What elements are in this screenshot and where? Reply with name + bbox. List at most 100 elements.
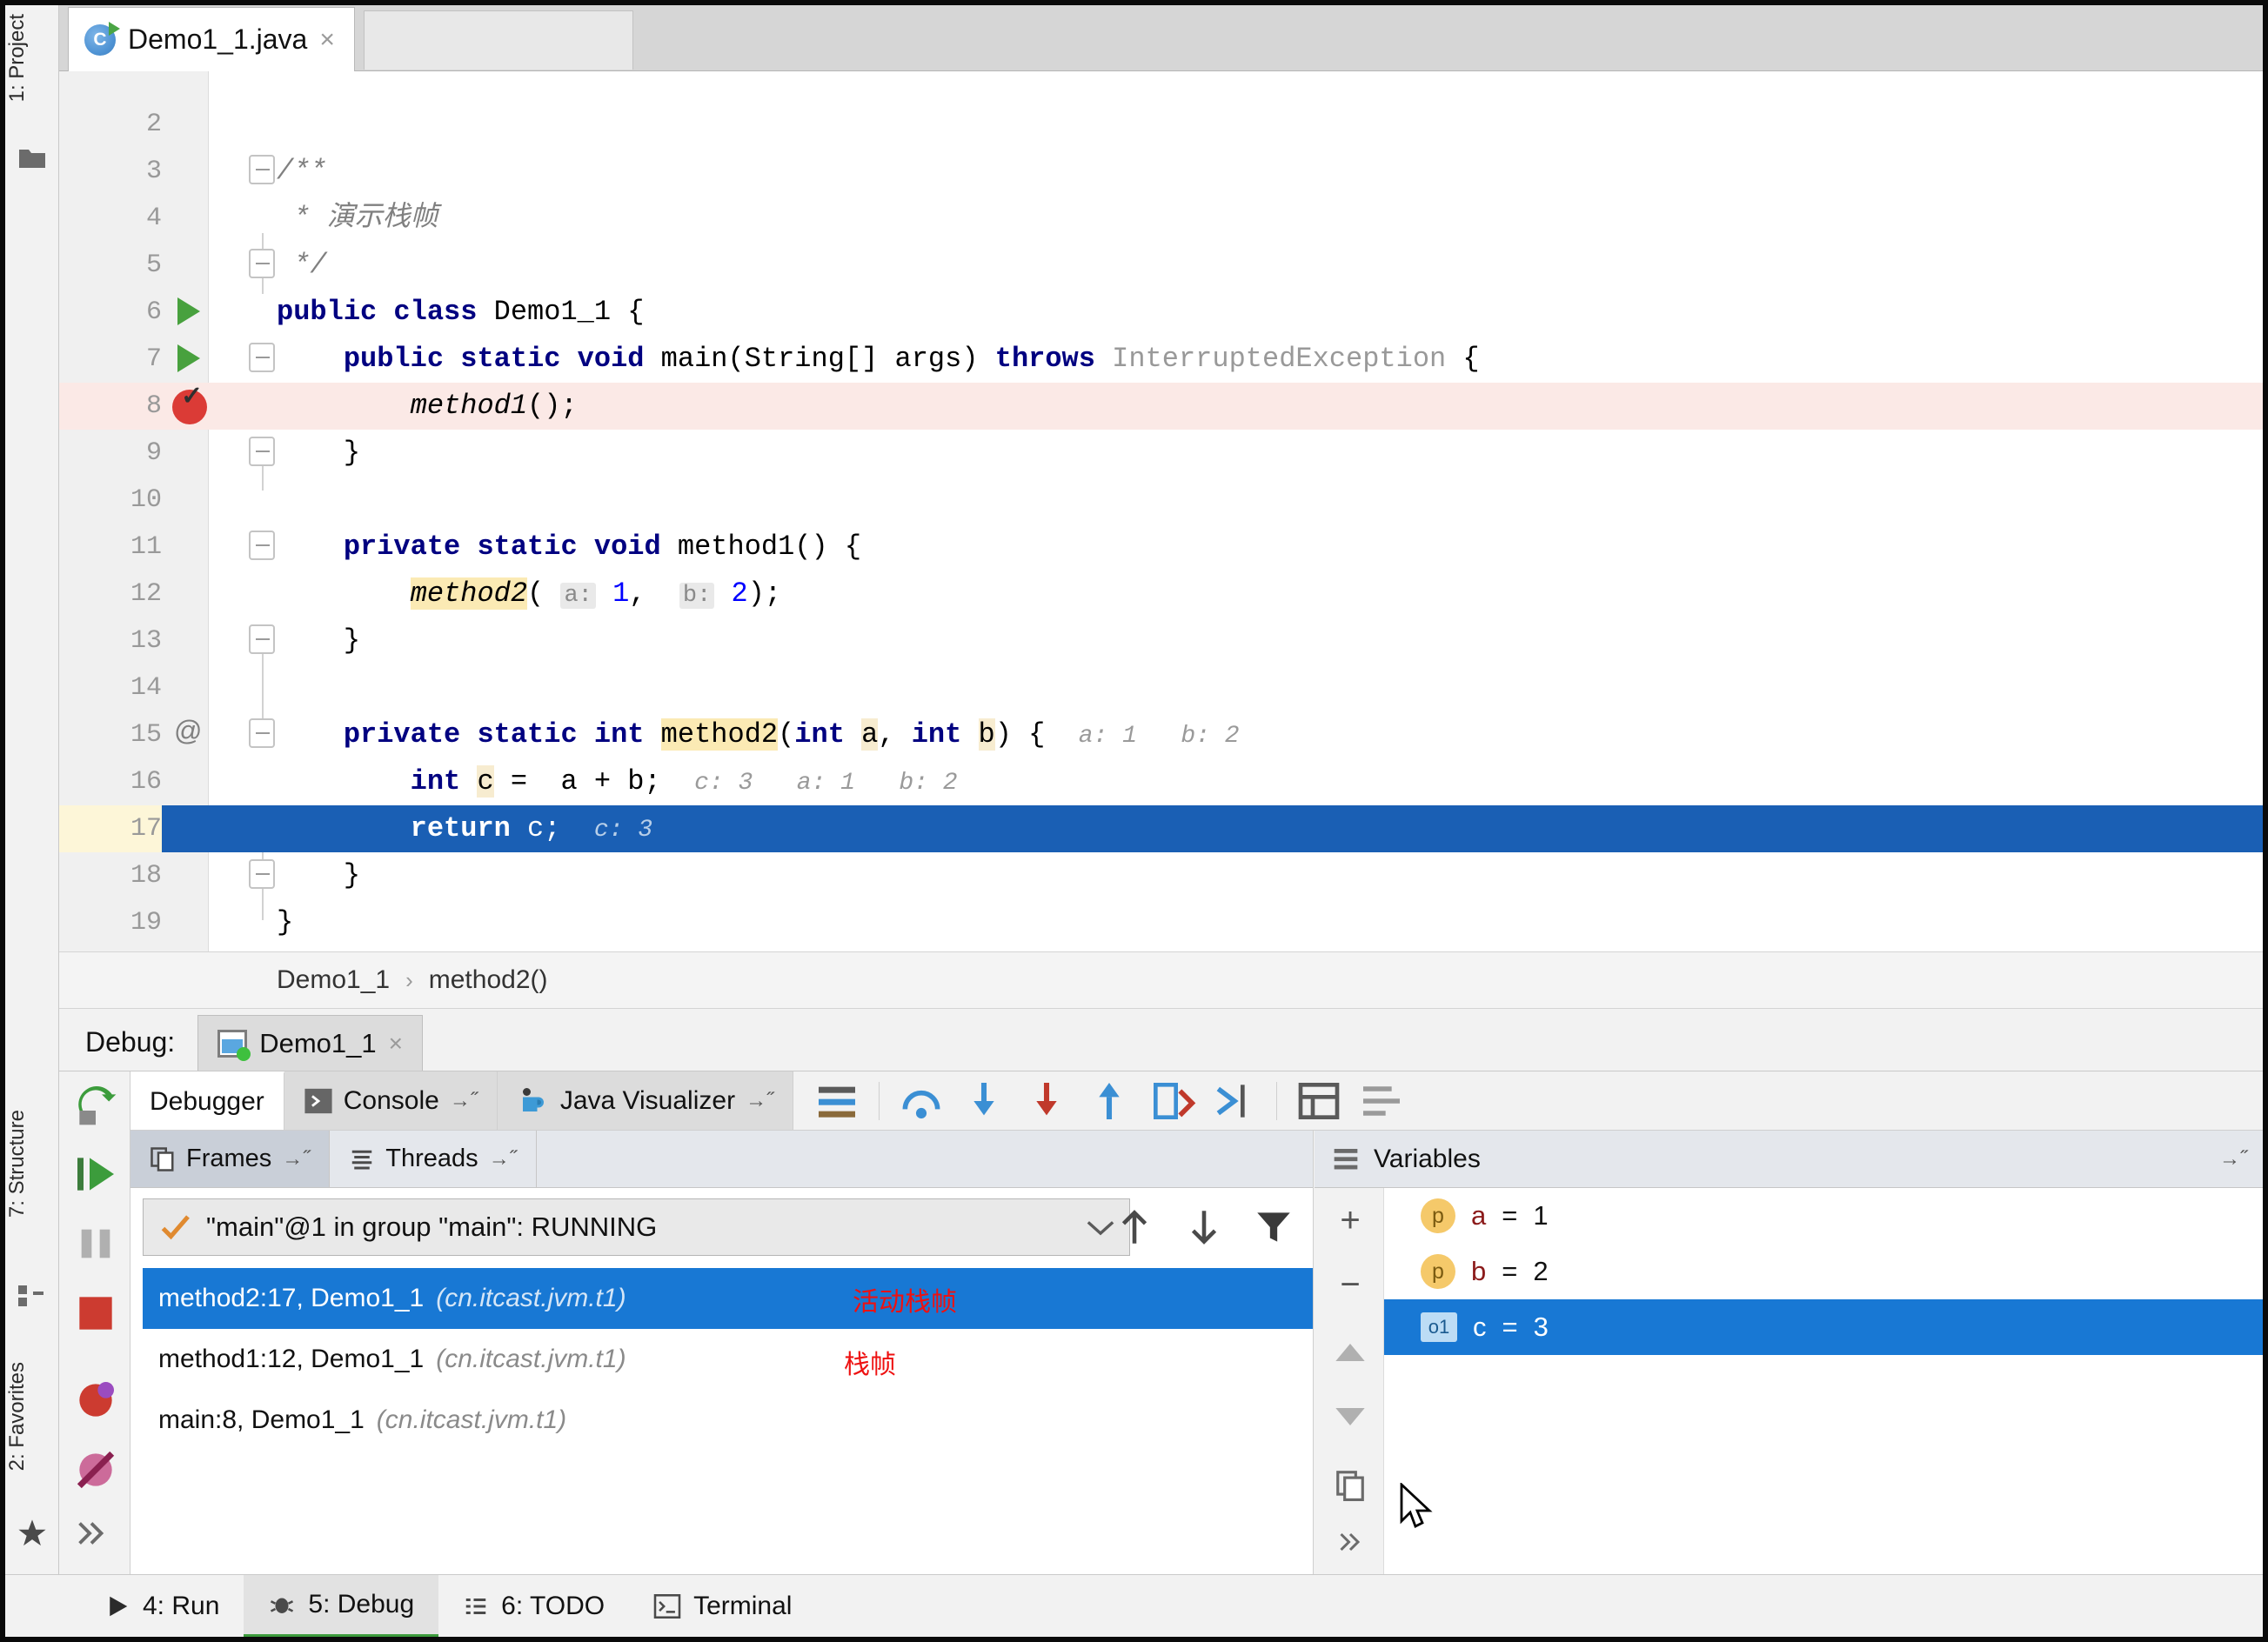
remove-watch-icon[interactable]: −	[1330, 1265, 1370, 1305]
run-gutter-icon[interactable]	[177, 297, 200, 325]
variable-row[interactable]: p b = 2	[1384, 1244, 2263, 1299]
fold-toggle-icon[interactable]	[249, 437, 278, 470]
move-up-icon[interactable]	[1113, 1205, 1156, 1249]
pin-icon[interactable]: →˝	[2219, 1147, 2247, 1171]
pin-icon[interactable]: →˝	[450, 1089, 478, 1113]
tab-debugger[interactable]: Debugger	[130, 1071, 284, 1130]
rail-button-project[interactable]: 1: Project	[5, 14, 59, 102]
move-up-icon[interactable]	[1330, 1332, 1370, 1372]
status-tab-terminal-label: Terminal	[693, 1591, 793, 1620]
fold-toggle-icon[interactable]	[249, 155, 278, 188]
mute-breakpoints-icon[interactable]	[71, 1445, 120, 1494]
chevron-down-icon[interactable]	[1086, 1218, 1115, 1236]
project-folder-icon[interactable]	[17, 144, 47, 174]
override-annotation-icon[interactable]: @	[174, 715, 202, 747]
variables-list[interactable]: p a = 1 p b = 2 o1 c = 3	[1384, 1188, 2263, 1574]
status-tab-debug[interactable]: 5: Debug	[244, 1574, 439, 1637]
toolbar-divider	[879, 1081, 880, 1120]
status-tab-terminal[interactable]: Terminal	[629, 1575, 816, 1638]
code-editor[interactable]: 2 3 /** 4 * 演示栈帧 5 */ 6 public class Dem…	[59, 71, 2263, 951]
step-out-icon[interactable]	[1085, 1077, 1134, 1125]
code-line[interactable]: 18 }	[59, 852, 2263, 899]
fold-toggle-icon[interactable]	[249, 859, 278, 892]
run-to-cursor-icon[interactable]	[1210, 1077, 1259, 1125]
code-line[interactable]: 5 */	[59, 242, 2263, 289]
tab-java-visualizer-label: Java Visualizer	[559, 1085, 736, 1115]
structure-icon[interactable]	[17, 1284, 47, 1313]
move-down-icon[interactable]	[1182, 1205, 1226, 1249]
frame-row[interactable]: main:8, Demo1_1 (cn.itcast.jvm.t1)	[143, 1390, 1313, 1451]
console-icon	[304, 1086, 333, 1116]
resume-program-icon[interactable]	[71, 1150, 120, 1198]
code-line[interactable]: 12 method2( a: 1, b: 2);	[59, 571, 2263, 617]
tab-java-visualizer[interactable]: Java Visualizer →˝	[497, 1071, 794, 1130]
move-down-icon[interactable]	[1330, 1397, 1370, 1437]
step-into-icon[interactable]	[960, 1077, 1008, 1125]
pin-icon[interactable]: →˝	[489, 1147, 517, 1171]
close-icon[interactable]: ×	[319, 26, 335, 53]
code-line[interactable]: 9 }	[59, 430, 2263, 477]
filter-icon[interactable]	[1252, 1205, 1295, 1249]
add-watch-icon[interactable]: +	[1330, 1200, 1370, 1240]
fold-toggle-icon[interactable]	[249, 718, 278, 751]
pin-icon[interactable]: →˝	[746, 1089, 773, 1113]
debug-session-tab[interactable]: Demo1_1 ×	[197, 1015, 423, 1071]
more-actions-icon[interactable]	[1330, 1522, 1370, 1562]
stop-icon[interactable]	[71, 1289, 120, 1338]
rail-button-favorites[interactable]: 2: Favorites	[5, 1362, 59, 1471]
code-line[interactable]: 6 public class Demo1_1 {	[59, 289, 2263, 336]
more-actions-icon[interactable]	[71, 1513, 120, 1562]
variable-row[interactable]: p a = 1	[1384, 1188, 2263, 1244]
code-line[interactable]: 11 private static void method1() {	[59, 524, 2263, 571]
view-breakpoints-icon[interactable]	[71, 1376, 120, 1425]
code-line[interactable]: 19 }	[59, 899, 2263, 946]
frame-row[interactable]: method1:12, Demo1_1 (cn.itcast.jvm.t1)	[143, 1329, 1313, 1390]
force-step-into-icon[interactable]	[1022, 1077, 1071, 1125]
code-line-execution-point[interactable]: 17 return c; c: 3	[59, 805, 2263, 852]
code-line[interactable]: 2	[59, 101, 2263, 148]
debug-tool-window: Debugger Console →˝ Java Visualizer →˝ F…	[59, 1071, 2263, 1574]
subtab-threads[interactable]: Threads →˝	[330, 1131, 537, 1187]
code-line[interactable]: 16 int c = a + b; c: 3 a: 1 b: 2	[59, 758, 2263, 805]
subtab-frames[interactable]: Frames →˝	[130, 1131, 331, 1187]
variable-row-selected[interactable]: o1 c = 3	[1384, 1299, 2263, 1355]
fold-toggle-icon[interactable]	[249, 531, 278, 564]
fold-toggle-icon[interactable]	[249, 343, 278, 376]
fold-toggle-icon[interactable]	[249, 624, 278, 657]
code-line-breakpoint[interactable]: 8 ✓ method1();	[59, 382, 2263, 430]
close-icon[interactable]: ×	[389, 1030, 403, 1058]
rerun-icon[interactable]	[71, 1080, 120, 1129]
code-line[interactable]: 13 }	[59, 617, 2263, 664]
pin-icon[interactable]: →˝	[282, 1147, 310, 1171]
line-number: 14	[130, 673, 162, 703]
debug-icon	[268, 1592, 296, 1618]
code-line[interactable]: 15 @ private static int method2(int a, i…	[59, 711, 2263, 758]
editor-tab-demo1-1[interactable]: C Demo1_1.java ×	[68, 7, 355, 71]
breadcrumb-class[interactable]: Demo1_1	[277, 965, 390, 995]
tab-console[interactable]: Console →˝	[284, 1071, 498, 1130]
code-line[interactable]: 14	[59, 664, 2263, 711]
thread-selector[interactable]: "main"@1 in group "main": RUNNING	[143, 1198, 1130, 1256]
code-line[interactable]: 10	[59, 477, 2263, 524]
code-line[interactable]: 4 * 演示栈帧	[59, 195, 2263, 242]
rail-button-structure[interactable]: 7: Structure	[5, 1110, 59, 1218]
status-tab-run[interactable]: 4: Run	[80, 1575, 244, 1638]
show-execution-point-icon[interactable]	[813, 1077, 861, 1125]
copy-icon[interactable]	[1330, 1465, 1370, 1505]
settings-layout-icon[interactable]	[1357, 1077, 1406, 1125]
breadcrumb-method[interactable]: method2()	[429, 965, 548, 995]
line-content: public static void main(String[] args) t…	[343, 343, 1480, 375]
star-icon[interactable]	[17, 1519, 47, 1548]
code-line[interactable]: 3 /**	[59, 148, 2263, 195]
pause-program-icon[interactable]	[71, 1219, 120, 1268]
step-over-icon[interactable]	[897, 1077, 946, 1125]
evaluate-expression-icon[interactable]	[1295, 1077, 1343, 1125]
run-gutter-icon[interactable]	[177, 344, 200, 372]
line-number: 13	[130, 626, 162, 656]
code-line[interactable]: 7 public static void main(String[] args)…	[59, 336, 2263, 383]
drop-frame-icon[interactable]	[1147, 1077, 1196, 1125]
frame-list[interactable]: method2:17, Demo1_1 (cn.itcast.jvm.t1) m…	[143, 1268, 1313, 1574]
fold-toggle-icon[interactable]	[249, 249, 278, 282]
status-tab-todo[interactable]: 6: TODO	[438, 1575, 629, 1638]
frame-row-active[interactable]: method2:17, Demo1_1 (cn.itcast.jvm.t1)	[143, 1268, 1313, 1329]
